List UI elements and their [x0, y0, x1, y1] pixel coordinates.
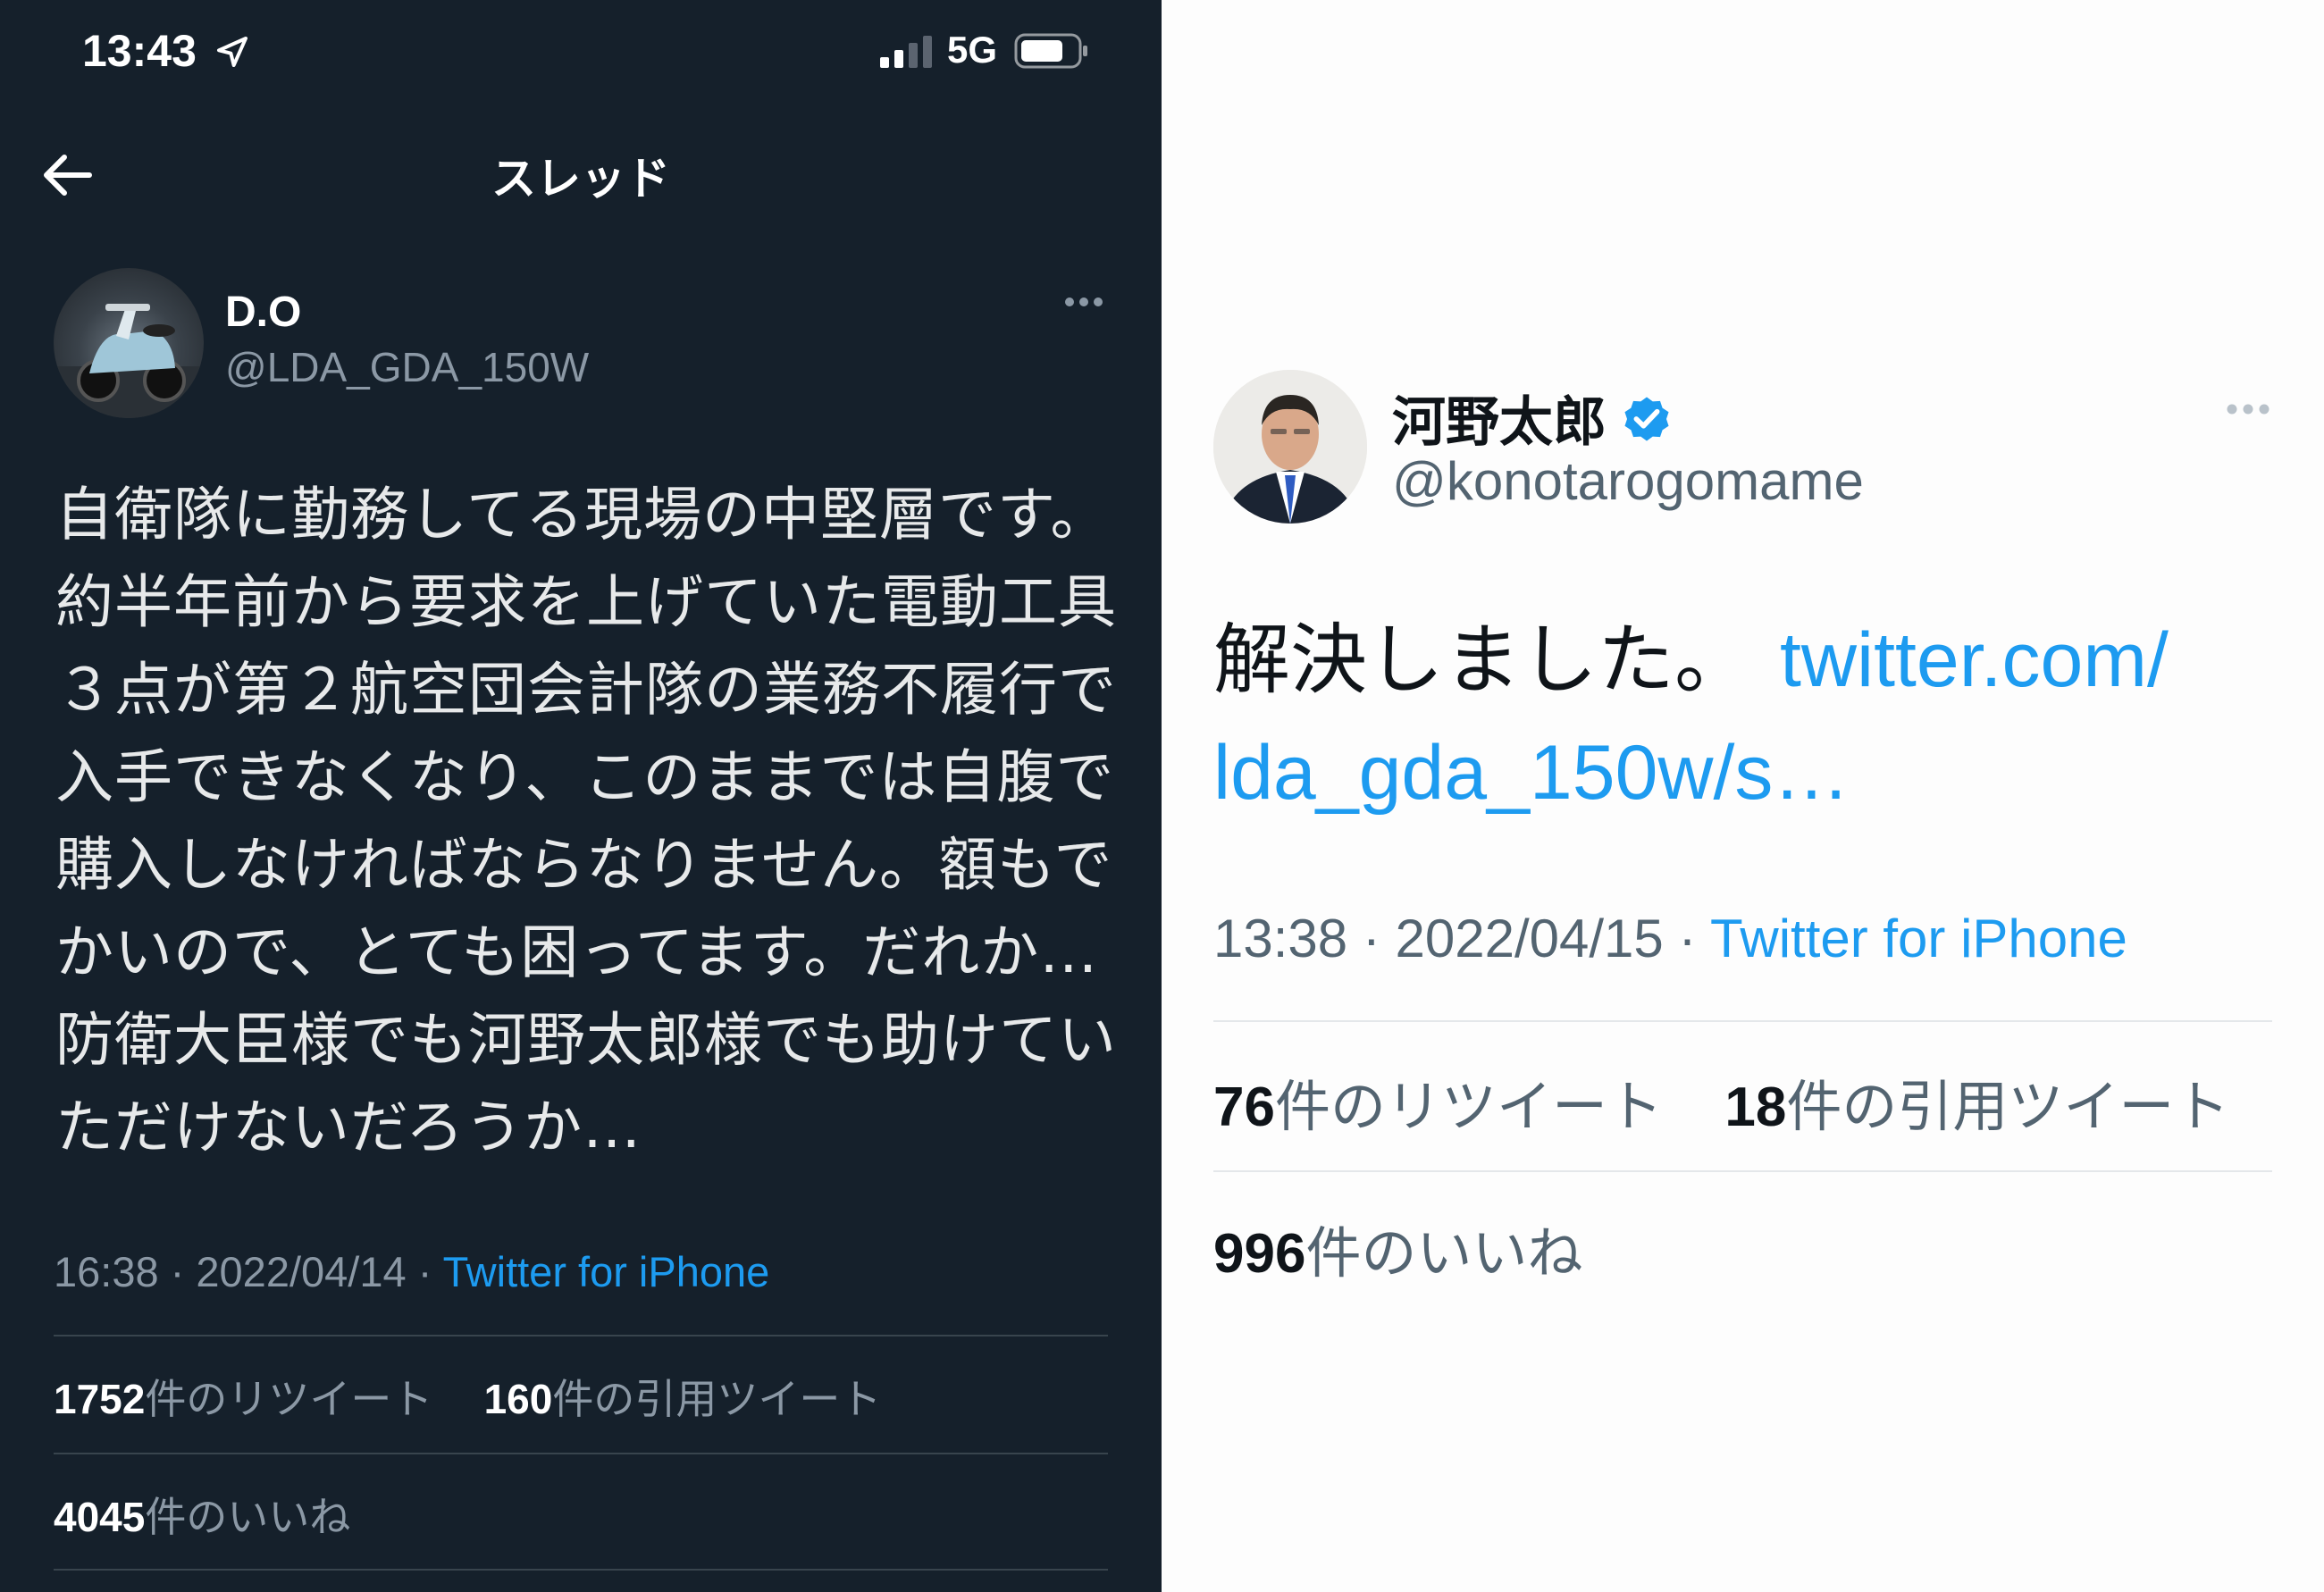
battery-icon: [1014, 32, 1089, 73]
retweet-stat[interactable]: 76件のリツイート: [1213, 1074, 1663, 1139]
quote-stat[interactable]: 18件の引用ツイート: [1724, 1074, 2229, 1139]
author-handle[interactable]: @konotarogomame: [1392, 450, 1864, 512]
quote-count: 160: [483, 1376, 553, 1422]
tweet-meta: 16:38 · 2022/04/14 · Twitter for iPhone: [54, 1247, 769, 1296]
motor-scooter-photo: [54, 304, 204, 418]
author-name[interactable]: D.O: [225, 288, 301, 337]
tweet-text-line: 自衛隊に勤務してる現場の中堅層です。: [55, 482, 1110, 549]
author-handle[interactable]: @LDA_GDA_150W: [225, 343, 589, 391]
divider: [54, 1453, 1108, 1454]
more-options-icon[interactable]: [1063, 295, 1104, 312]
tweet-text: 解決しました。 twitter.com/ lda_gda_150w/s…: [1213, 604, 2286, 829]
tweet-text-line: 防衛大臣様でも河野太郎様でも助けてい: [55, 1007, 1118, 1074]
quote-label: 件の引用ツイート: [552, 1375, 882, 1423]
tweet-text-line: 購入しなければならなりません。額もで: [55, 832, 1113, 899]
like-count: 4045: [54, 1494, 146, 1540]
divider: [1213, 1020, 2272, 1022]
quote-stat[interactable]: 160件の引用ツイート: [484, 1375, 882, 1423]
tweet-time[interactable]: 16:38: [54, 1248, 159, 1295]
network-type: 5G: [947, 29, 998, 71]
meta-separator: ·: [406, 1248, 443, 1295]
like-label: 件のいいね: [1305, 1220, 1583, 1286]
author-name: 河野太郎: [1392, 391, 1607, 454]
retweet-stats-row: 76件のリツイート 18件の引用ツイート: [1213, 1061, 2229, 1142]
tweet-text-line: 約半年前から要求を上げていた電動工具: [55, 569, 1118, 636]
divider: [54, 1569, 1108, 1571]
quote-count: 18: [1724, 1077, 1787, 1138]
retweet-count: 76: [1213, 1077, 1275, 1138]
status-time: 13:43: [82, 26, 197, 76]
page-title: スレッド: [491, 153, 670, 205]
signal-icon: [880, 36, 935, 71]
tweet-link[interactable]: lda_gda_150w/s…: [1213, 730, 1850, 816]
tweet-text-line: かいので、とても困ってます。だれか…: [55, 919, 1099, 986]
retweet-label: 件のリツイート: [1274, 1074, 1663, 1139]
retweet-stat[interactable]: 1752件のリツイート: [54, 1375, 432, 1423]
tweet-text-main: 解決しました。: [1213, 616, 1751, 705]
author-name-row[interactable]: 河野太郎: [1392, 379, 1674, 460]
retweet-label: 件のリツイート: [145, 1375, 433, 1423]
tweet-text-line: ただけないだろうか…: [55, 1094, 642, 1161]
quote-label: 件の引用ツイート: [1786, 1074, 2230, 1139]
avatar[interactable]: [54, 268, 204, 418]
tweet-time[interactable]: 13:38: [1213, 909, 1347, 968]
meta-separator: ·: [1663, 909, 1711, 968]
divider: [1213, 1170, 2272, 1172]
avatar[interactable]: [1213, 370, 1367, 524]
location-arrow-icon: [214, 34, 250, 73]
meta-separator: ·: [158, 1248, 197, 1295]
tweet-date[interactable]: 2022/04/14: [196, 1248, 406, 1295]
man-in-suit-portrait: [1213, 370, 1367, 524]
tweet-date[interactable]: 2022/04/15: [1395, 909, 1663, 968]
more-options-icon[interactable]: [2225, 402, 2271, 420]
like-label: 件のいいね: [145, 1493, 351, 1541]
tweet-link[interactable]: twitter.com/: [1780, 617, 2169, 703]
like-stat[interactable]: 996件のいいね: [1213, 1208, 1582, 1288]
tweet-source-link[interactable]: Twitter for iPhone: [1710, 909, 2127, 968]
retweet-count: 1752: [54, 1376, 146, 1422]
like-count: 996: [1213, 1223, 1306, 1285]
right-tweet-screenshot: 河野太郎 @konotarogomame 解決しました。 twitter.com/…: [1162, 0, 2324, 1592]
like-stat[interactable]: 4045件のいいね: [54, 1485, 350, 1544]
tweet-source-link[interactable]: Twitter for iPhone: [443, 1248, 770, 1295]
tweet-text-line: ３点が第２航空団会計隊の業務不履行で: [55, 657, 1118, 724]
tweet-meta: 13:38 · 2022/04/15 · Twitter for iPhone: [1213, 908, 2127, 969]
tweet-text: 自衛隊に勤務してる現場の中堅層です。 約半年前から要求を上げていた電動工具 ３点…: [55, 472, 1128, 1172]
meta-separator: ·: [1347, 909, 1396, 968]
left-tweet-screenshot: 13:43 5G スレッド D.O @LDA_GDA_150W 自衛隊に勤務して…: [0, 0, 1162, 1592]
tweet-text-line: 入手できなくなり、このままでは自腹で: [55, 744, 1115, 811]
retweet-stats-row: 1752件のリツイート 160件の引用ツイート: [54, 1367, 881, 1426]
divider: [54, 1335, 1108, 1336]
